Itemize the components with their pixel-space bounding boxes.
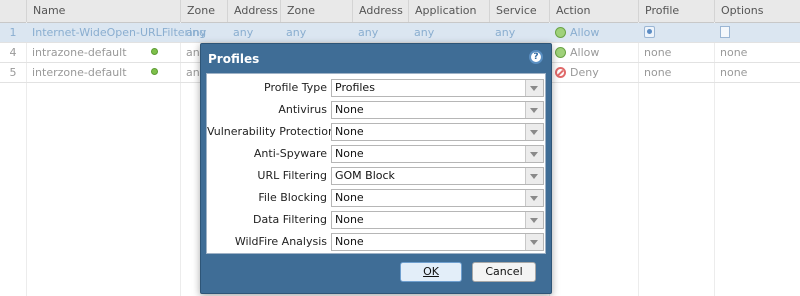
source-zone: any bbox=[186, 26, 207, 39]
profile-value: none bbox=[644, 66, 672, 79]
destination-zone: any bbox=[286, 26, 307, 39]
dialog-title: Profiles bbox=[208, 52, 260, 66]
profile-cell[interactable] bbox=[638, 23, 714, 42]
row-index: 4 bbox=[9, 46, 17, 59]
options-cell[interactable] bbox=[714, 23, 800, 42]
action-cell: Allow bbox=[549, 43, 638, 62]
field-vulnerability-protection: Vulnerability Protection None bbox=[207, 123, 545, 141]
column-header-profile[interactable]: Profile bbox=[638, 0, 714, 22]
source-zone: any bbox=[186, 46, 200, 59]
select-value: GOM Block bbox=[335, 169, 395, 182]
rule-name[interactable]: Internet-WideOpen-URLFiltering bbox=[26, 23, 206, 42]
select-value: None bbox=[335, 235, 364, 248]
column-header-service[interactable]: Service bbox=[489, 0, 549, 22]
profile-value: none bbox=[644, 46, 672, 59]
field-data-filtering: Data Filtering None bbox=[207, 211, 545, 229]
field-profile-type: Profile Type Profiles bbox=[207, 79, 545, 97]
column-header-index bbox=[0, 0, 26, 22]
allow-icon bbox=[555, 27, 566, 38]
anti-spyware-select[interactable]: None bbox=[331, 145, 544, 163]
chevron-down-icon[interactable] bbox=[525, 168, 543, 184]
field-url-filtering: URL Filtering GOM Block bbox=[207, 167, 545, 185]
deny-icon bbox=[555, 67, 566, 78]
options-document-icon[interactable] bbox=[720, 26, 730, 38]
column-header-options[interactable]: Options bbox=[714, 0, 800, 22]
action-cell: Deny bbox=[549, 63, 638, 82]
help-icon[interactable]: ? bbox=[529, 50, 543, 64]
field-label: Data Filtering bbox=[252, 213, 327, 226]
screen: Name Zone Address Zone Address Applicati… bbox=[0, 0, 800, 296]
row-index: 1 bbox=[9, 26, 17, 39]
column-header-destination-zone[interactable]: Zone bbox=[280, 0, 352, 22]
column-header-application[interactable]: Application bbox=[408, 0, 489, 22]
status-dot-icon bbox=[151, 68, 158, 75]
url-filtering-select[interactable]: GOM Block bbox=[331, 167, 544, 185]
profiles-dialog: Profiles ? Profile Type Profiles Antivir… bbox=[200, 43, 552, 294]
service: any bbox=[495, 26, 516, 39]
action-label: Deny bbox=[570, 66, 599, 79]
select-value: Profiles bbox=[335, 81, 375, 94]
options-value: none bbox=[720, 66, 748, 79]
field-label: Vulnerability Protection bbox=[207, 125, 335, 138]
column-header-source-address[interactable]: Address bbox=[227, 0, 280, 22]
action-cell: Allow bbox=[549, 23, 638, 42]
destination-address: any bbox=[358, 26, 379, 39]
file-blocking-select[interactable]: None bbox=[331, 189, 544, 207]
field-label: File Blocking bbox=[258, 191, 327, 204]
chevron-down-icon[interactable] bbox=[525, 234, 543, 250]
row-index: 5 bbox=[9, 66, 17, 79]
select-value: None bbox=[335, 147, 364, 160]
field-antivirus: Antivirus None bbox=[207, 101, 545, 119]
allow-icon bbox=[555, 47, 566, 58]
field-file-blocking: File Blocking None bbox=[207, 189, 545, 207]
select-value: None bbox=[335, 103, 364, 116]
table-row[interactable]: 1 Internet-WideOpen-URLFiltering any any… bbox=[0, 23, 800, 43]
select-value: None bbox=[335, 213, 364, 226]
field-wildfire-analysis: WildFire Analysis None bbox=[207, 233, 545, 251]
security-profile-icon[interactable] bbox=[644, 26, 655, 38]
table-header: Name Zone Address Zone Address Applicati… bbox=[0, 0, 800, 23]
application: any bbox=[414, 26, 435, 39]
field-label: URL Filtering bbox=[257, 169, 327, 182]
antivirus-select[interactable]: None bbox=[331, 101, 544, 119]
chevron-down-icon[interactable] bbox=[525, 212, 543, 228]
field-label: Antivirus bbox=[278, 103, 327, 116]
wildfire-analysis-select[interactable]: None bbox=[331, 233, 544, 251]
action-label: Allow bbox=[570, 26, 600, 39]
options-value: none bbox=[720, 46, 748, 59]
chevron-down-icon[interactable] bbox=[525, 80, 543, 96]
field-label: Anti-Spyware bbox=[253, 147, 327, 160]
profile-type-select[interactable]: Profiles bbox=[331, 79, 544, 97]
source-address: any bbox=[233, 26, 254, 39]
profiles-form: Profile Type Profiles Antivirus None Vul… bbox=[206, 73, 546, 254]
column-header-action[interactable]: Action bbox=[549, 0, 638, 22]
chevron-down-icon[interactable] bbox=[525, 190, 543, 206]
field-label: WildFire Analysis bbox=[234, 235, 327, 248]
cancel-button[interactable]: Cancel bbox=[472, 262, 536, 282]
field-anti-spyware: Anti-Spyware None bbox=[207, 145, 545, 163]
status-dot-icon bbox=[151, 48, 158, 55]
ok-label: OK bbox=[423, 265, 439, 278]
select-value: None bbox=[335, 125, 364, 138]
select-value: None bbox=[335, 191, 364, 204]
action-label: Allow bbox=[570, 46, 600, 59]
column-header-name[interactable]: Name bbox=[26, 0, 180, 22]
ok-button[interactable]: OK bbox=[400, 262, 462, 282]
chevron-down-icon[interactable] bbox=[525, 146, 543, 162]
column-header-source-zone[interactable]: Zone bbox=[180, 0, 227, 22]
source-zone: any bbox=[186, 66, 200, 79]
vulnerability-protection-select[interactable]: None bbox=[331, 123, 544, 141]
field-label: Profile Type bbox=[264, 81, 327, 94]
chevron-down-icon[interactable] bbox=[525, 124, 543, 140]
data-filtering-select[interactable]: None bbox=[331, 211, 544, 229]
column-header-destination-address[interactable]: Address bbox=[352, 0, 408, 22]
chevron-down-icon[interactable] bbox=[525, 102, 543, 118]
